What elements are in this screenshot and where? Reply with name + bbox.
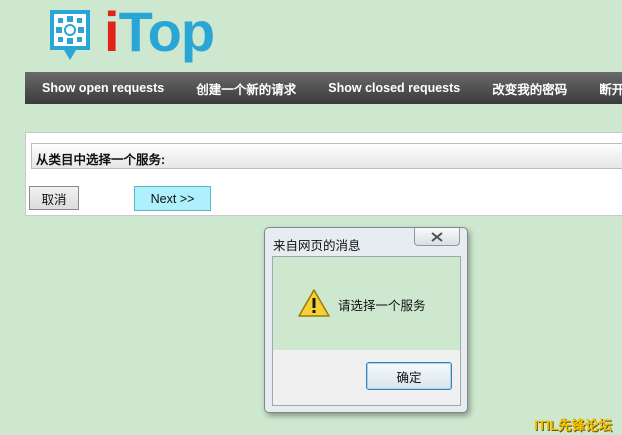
service-selection-panel: 从类目中选择一个服务: 取消 Next >> xyxy=(25,132,622,216)
warning-icon xyxy=(298,289,330,317)
nav-show-open-requests[interactable]: Show open requests xyxy=(25,81,180,95)
ok-button[interactable]: 确定 xyxy=(366,362,452,390)
close-icon xyxy=(431,231,443,242)
panel-header-label: 从类目中选择一个服务: xyxy=(36,153,166,167)
nav-create-request[interactable]: 创建一个新的请求 xyxy=(180,79,312,98)
nav-change-password[interactable]: 改变我的密码 xyxy=(476,79,583,98)
cancel-button[interactable]: 取消 xyxy=(29,186,79,210)
nav-show-closed-requests[interactable]: Show closed requests xyxy=(312,81,476,95)
dialog-footer: 确定 xyxy=(273,350,460,405)
dialog-message-area: 请选择一个服务 xyxy=(273,257,460,350)
watermark-text: ITIL先锋论坛 xyxy=(534,418,612,433)
logo-text: iTop xyxy=(104,0,215,63)
dialog-message: 请选择一个服务 xyxy=(338,299,426,313)
dialog-body: 请选择一个服务 确定 xyxy=(272,256,461,406)
next-button[interactable]: Next >> xyxy=(134,186,211,211)
close-button[interactable] xyxy=(414,228,460,246)
logo-badge-icon xyxy=(50,10,90,60)
main-nav-bar: Show open requests 创建一个新的请求 Show closed … xyxy=(25,72,622,104)
itop-logo: iTop xyxy=(44,2,224,66)
dialog-title: 来自网页的消息 xyxy=(273,239,361,253)
alert-dialog: 来自网页的消息 请选择一个服务 确定 xyxy=(264,227,468,413)
nav-logout[interactable]: 断开 xyxy=(583,79,622,98)
panel-header: 从类目中选择一个服务: xyxy=(31,143,622,169)
